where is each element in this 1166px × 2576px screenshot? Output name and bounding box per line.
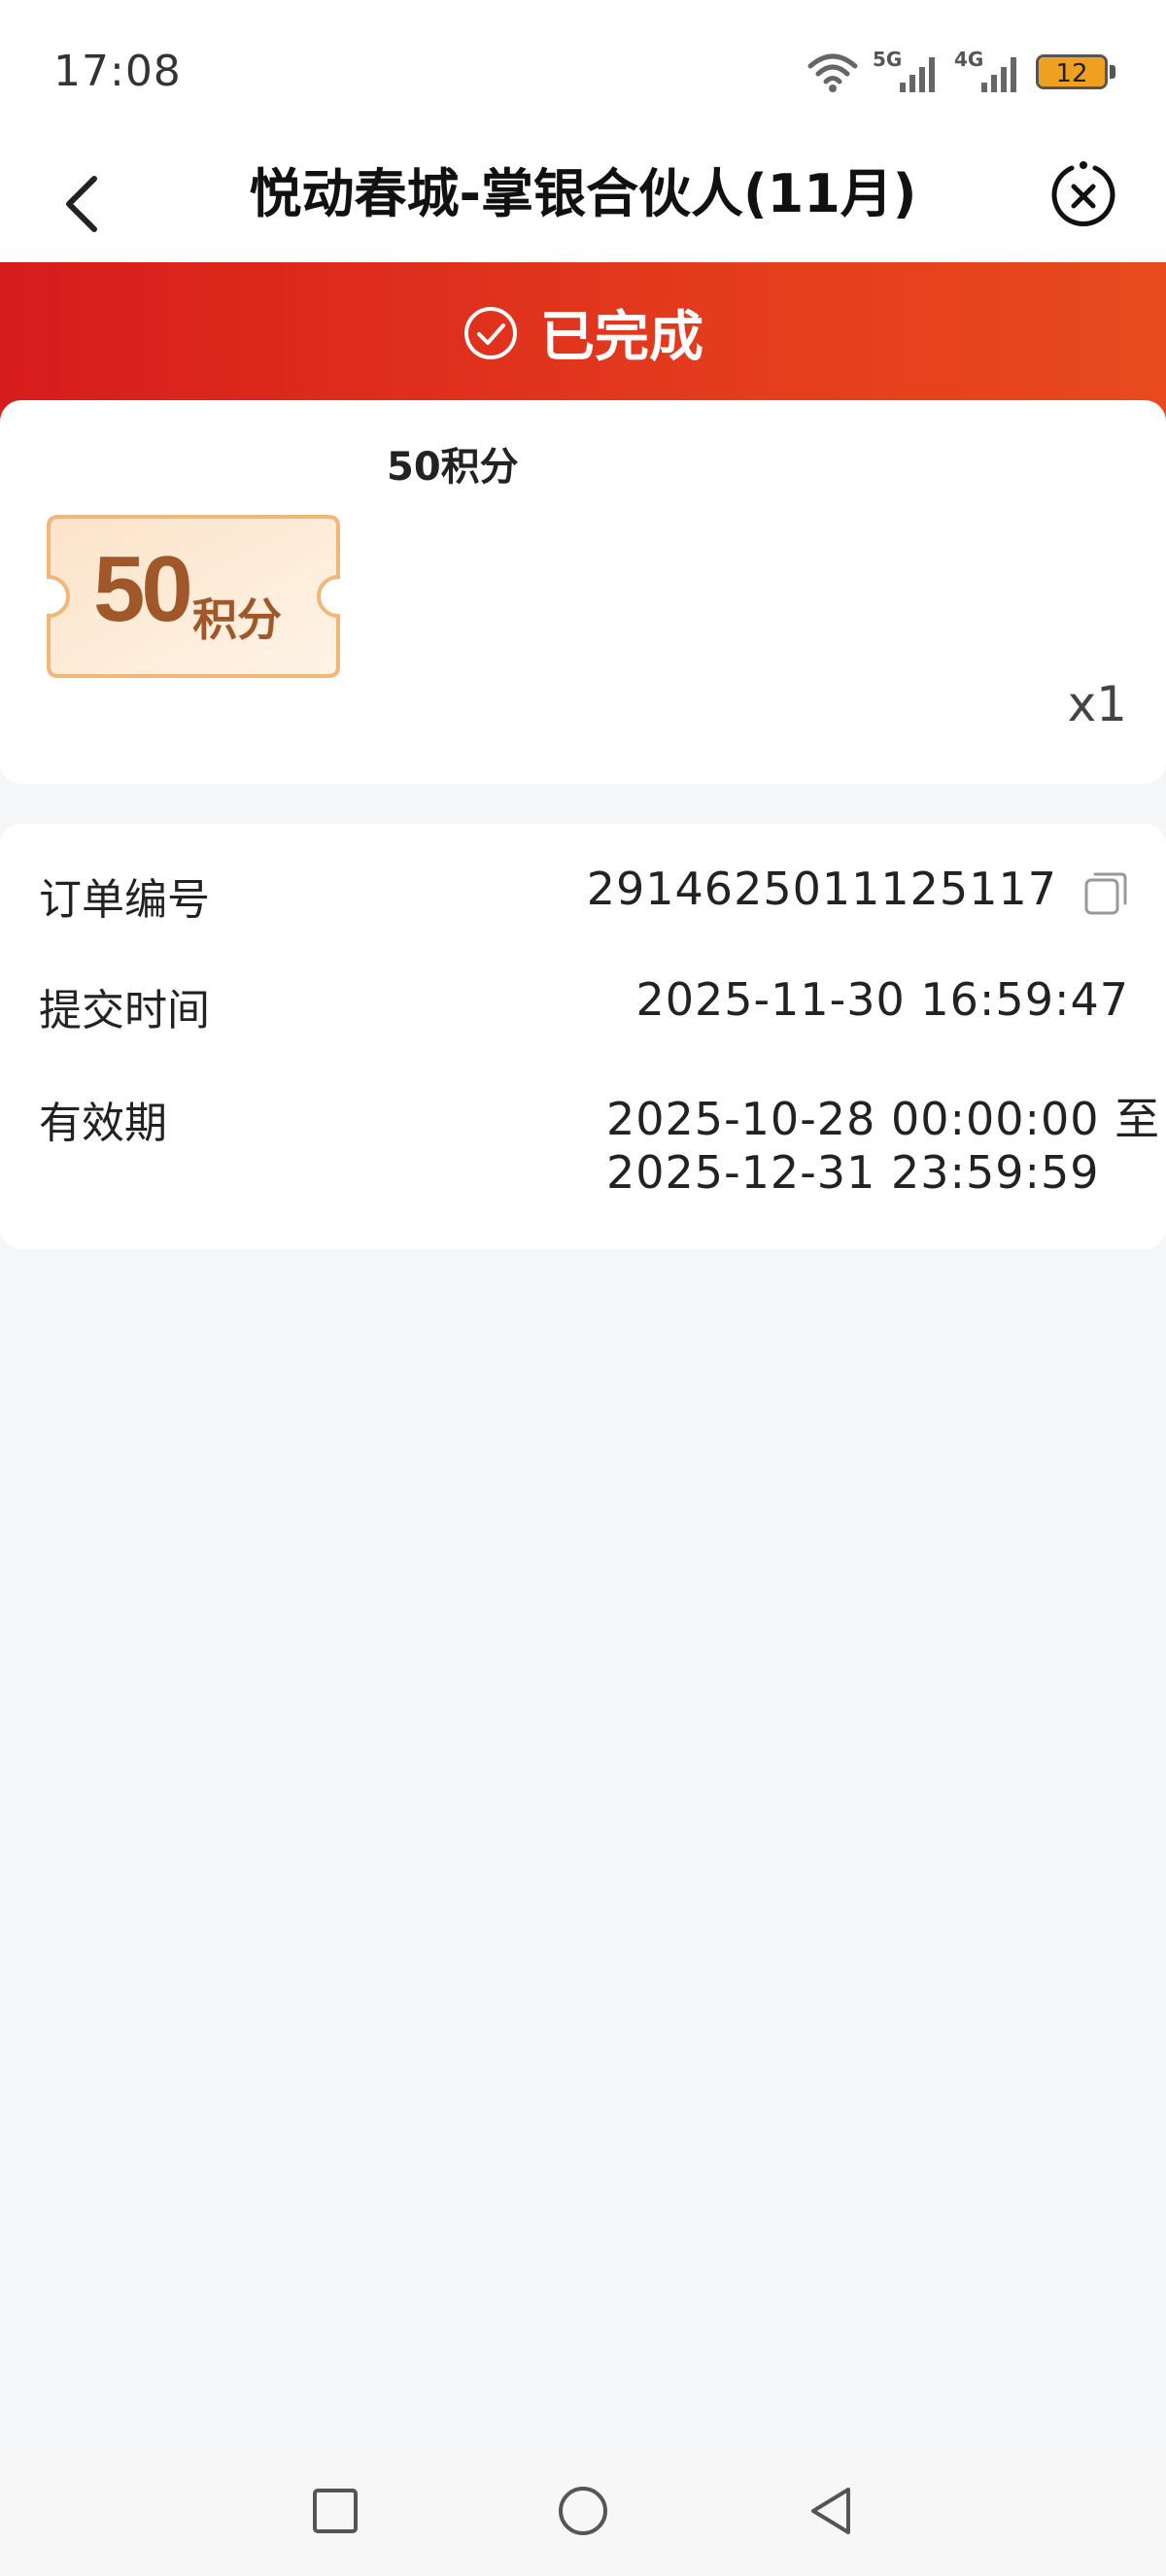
- order-info-card: 订单编号 2914625011125117 提交时间 2025-11-30 16…: [0, 824, 1166, 1249]
- close-circle-icon: [1051, 161, 1115, 226]
- home-button[interactable]: [549, 2477, 617, 2545]
- page-title: 悦动春城-掌银合伙人(11月): [249, 163, 917, 224]
- close-button[interactable]: [1045, 155, 1122, 233]
- validity-label: 有效期: [39, 1099, 167, 1148]
- system-navigation-bar: [0, 2448, 1166, 2576]
- submit-time-label: 提交时间: [39, 986, 210, 1035]
- signal-4g: 4G: [954, 48, 1022, 94]
- order-number: 2914625011125117: [586, 863, 1057, 915]
- signal-bars-icon: [981, 57, 1016, 92]
- battery-percent: 12: [1055, 59, 1088, 88]
- status-text: 已完成: [540, 306, 703, 369]
- submit-time: 2025-11-30 16:59:47: [635, 973, 1129, 1026]
- signal-bars-icon: [900, 57, 935, 92]
- status-bar: 17:08 5G 4G 12: [0, 0, 1166, 146]
- back-button[interactable]: [44, 165, 121, 243]
- navigation-bar: 悦动春城-掌银合伙人(11月): [0, 146, 1166, 262]
- voucher-unit: 积分: [192, 593, 282, 646]
- square-icon: [313, 2489, 358, 2533]
- product-name: 50积分: [387, 445, 519, 490]
- triangle-back-icon: [811, 2488, 850, 2534]
- wifi-icon: [807, 53, 858, 92]
- product-card: 50积分 50 积分 x1: [0, 400, 1166, 784]
- signal-5g: 5G: [873, 48, 941, 94]
- copy-icon: [1084, 872, 1127, 915]
- status-row: 已完成: [0, 262, 1166, 403]
- status-time: 17:08: [53, 47, 182, 96]
- system-back-button[interactable]: [797, 2477, 865, 2545]
- recent-apps-button[interactable]: [301, 2477, 369, 2545]
- validity-end: 2025-12-31 23:59:59: [606, 1146, 1100, 1199]
- chevron-left-icon: [66, 176, 97, 232]
- status-icons: 5G 4G 12: [806, 48, 1117, 97]
- validity-start: 2025-10-28 00:00:00 至: [606, 1093, 1161, 1145]
- points-voucher-image: 50 积分: [47, 515, 340, 678]
- voucher-amount: 50: [93, 537, 193, 641]
- order-number-label: 订单编号: [39, 875, 210, 925]
- quantity: x1: [1067, 676, 1127, 732]
- check-circle-icon: [464, 306, 517, 359]
- circle-icon: [559, 2487, 607, 2535]
- copy-button[interactable]: [1082, 870, 1129, 917]
- battery-icon: 12: [1036, 54, 1117, 91]
